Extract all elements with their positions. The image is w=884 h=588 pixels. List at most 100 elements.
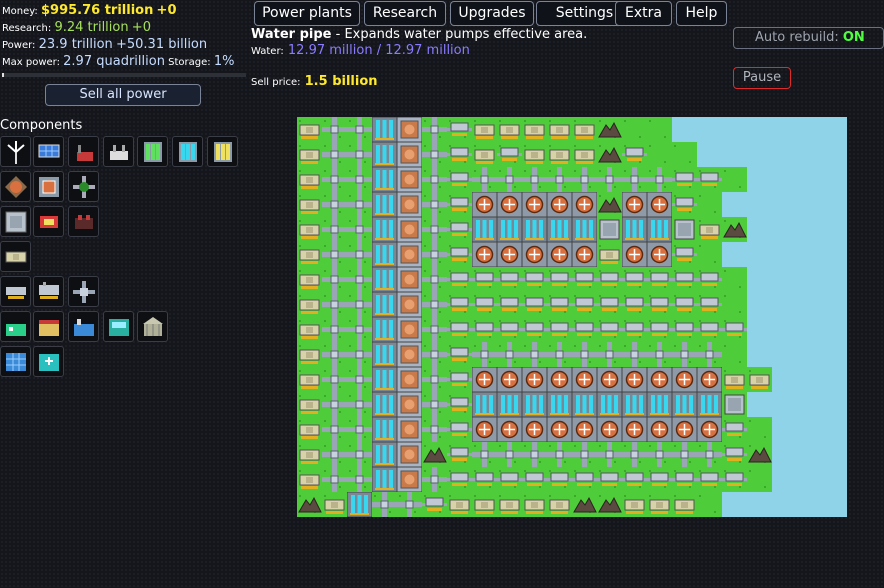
tile-pipe[interactable] — [322, 442, 347, 467]
tile-pipe[interactable] — [322, 267, 347, 292]
tile-vent[interactable] — [597, 292, 622, 317]
tile-battery[interactable] — [347, 492, 372, 517]
tile-battery[interactable] — [372, 392, 397, 417]
tile-reactor[interactable] — [647, 242, 672, 267]
tile-water[interactable] — [797, 417, 822, 442]
tile-cash[interactable] — [297, 442, 322, 467]
tile-water[interactable] — [772, 492, 797, 517]
component-pipe-junction-icon[interactable] — [68, 171, 99, 202]
tile-pipe[interactable] — [422, 142, 447, 167]
tile-reactor[interactable] — [472, 242, 497, 267]
component-metal-block-icon[interactable] — [0, 206, 31, 237]
tile-vent[interactable] — [597, 267, 622, 292]
tile-reactor[interactable] — [647, 367, 672, 392]
tile-battery[interactable] — [547, 392, 572, 417]
tile-water[interactable] — [797, 117, 822, 142]
tile-pipe[interactable] — [572, 167, 597, 192]
tile-water[interactable] — [797, 242, 822, 267]
tile-water[interactable] — [772, 292, 797, 317]
tile-battery[interactable] — [372, 167, 397, 192]
tile-water[interactable] — [747, 167, 772, 192]
tile-battery[interactable] — [572, 217, 597, 242]
tile-pipe[interactable] — [422, 192, 447, 217]
tile-rock[interactable] — [597, 192, 622, 217]
tile-pipe[interactable] — [422, 267, 447, 292]
tile-pipe[interactable] — [347, 392, 372, 417]
tile-vent[interactable] — [472, 317, 497, 342]
tile-pipe[interactable] — [672, 442, 697, 467]
tile-water[interactable] — [772, 167, 797, 192]
tile-pipe[interactable] — [597, 442, 622, 467]
tile-cash[interactable] — [522, 142, 547, 167]
tile-pipe[interactable] — [397, 492, 422, 517]
tile-water[interactable] — [747, 392, 772, 417]
tile-rock[interactable] — [722, 217, 747, 242]
tile-pipe[interactable] — [622, 442, 647, 467]
tile-pipe[interactable] — [547, 442, 572, 467]
tile-heat-exchanger[interactable] — [397, 167, 422, 192]
tile-cash[interactable] — [497, 492, 522, 517]
tile-metal-block[interactable] — [597, 217, 622, 242]
tile-pipe[interactable] — [422, 292, 447, 317]
tile-reactor[interactable] — [597, 367, 622, 392]
tile-reactor[interactable] — [572, 367, 597, 392]
tile-vent[interactable] — [647, 467, 672, 492]
tile-water[interactable] — [822, 192, 847, 217]
tile-water[interactable] — [722, 492, 747, 517]
tile-reactor[interactable] — [697, 417, 722, 442]
tile-water[interactable] — [747, 342, 772, 367]
tile-pipe[interactable] — [347, 442, 372, 467]
tile-water[interactable] — [747, 267, 772, 292]
tile-cash[interactable] — [297, 392, 322, 417]
tile-pipe[interactable] — [322, 467, 347, 492]
tile-water[interactable] — [797, 267, 822, 292]
tile-pipe[interactable] — [497, 167, 522, 192]
tile-cash[interactable] — [722, 367, 747, 392]
tile-cash[interactable] — [597, 242, 622, 267]
tile-heat-exchanger[interactable] — [397, 342, 422, 367]
tile-cash[interactable] — [297, 142, 322, 167]
tile-cash[interactable] — [547, 492, 572, 517]
tile-cash[interactable] — [522, 117, 547, 142]
tile-vent[interactable] — [572, 267, 597, 292]
tile-heat-exchanger[interactable] — [397, 242, 422, 267]
component-apartments-icon[interactable] — [0, 346, 31, 377]
tile-water[interactable] — [747, 492, 772, 517]
tile-rock[interactable] — [297, 492, 322, 517]
component-cash-icon[interactable] — [0, 241, 31, 272]
tile-vent[interactable] — [472, 267, 497, 292]
tile-water[interactable] — [722, 192, 747, 217]
tile-vent[interactable] — [547, 467, 572, 492]
tile-vent[interactable] — [672, 242, 697, 267]
tile-battery[interactable] — [472, 217, 497, 242]
tile-reactor[interactable] — [622, 367, 647, 392]
tile-water[interactable] — [722, 142, 747, 167]
menu-power-plants-button[interactable]: Power plants — [254, 1, 360, 26]
tile-battery[interactable] — [522, 392, 547, 417]
tile-water[interactable] — [697, 117, 722, 142]
tile-water[interactable] — [797, 317, 822, 342]
tile-pipe[interactable] — [472, 442, 497, 467]
tile-reactor[interactable] — [622, 417, 647, 442]
tile-grass[interactable] — [697, 242, 722, 267]
tile-water[interactable] — [747, 317, 772, 342]
tile-vent[interactable] — [597, 467, 622, 492]
tile-heat-exchanger[interactable] — [397, 267, 422, 292]
tile-vent[interactable] — [447, 467, 472, 492]
tile-pipe[interactable] — [347, 217, 372, 242]
tile-pipe[interactable] — [322, 192, 347, 217]
tile-water[interactable] — [822, 217, 847, 242]
tile-reactor[interactable] — [472, 367, 497, 392]
tile-cash[interactable] — [547, 142, 572, 167]
tile-water[interactable] — [797, 167, 822, 192]
tile-reactor[interactable] — [472, 417, 497, 442]
tile-vent[interactable] — [697, 317, 722, 342]
tile-water[interactable] — [747, 117, 772, 142]
component-heat-exchanger-icon[interactable] — [0, 171, 31, 202]
tile-water[interactable] — [722, 242, 747, 267]
tile-pipe[interactable] — [322, 317, 347, 342]
tile-heat-exchanger[interactable] — [397, 392, 422, 417]
tile-pipe[interactable] — [322, 417, 347, 442]
tile-vent[interactable] — [622, 467, 647, 492]
component-pump-large-icon[interactable] — [33, 276, 64, 307]
